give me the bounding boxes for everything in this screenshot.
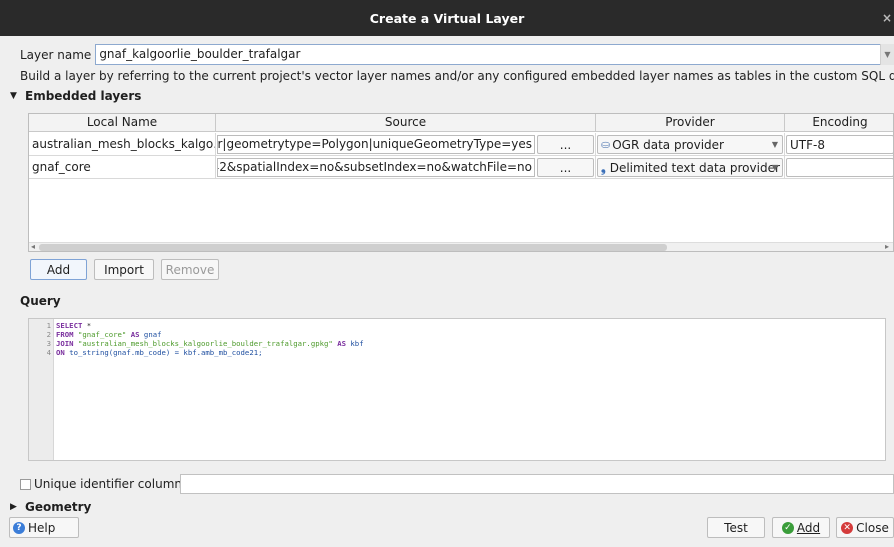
line-number: 3 xyxy=(46,339,51,348)
column-header-provider[interactable]: Provider xyxy=(596,114,785,132)
table-header: Local Name Source Provider Encoding xyxy=(29,114,893,132)
scroll-left-icon[interactable]: ◂ xyxy=(31,242,35,251)
source-input[interactable]: G:7842&spatialIndex=no&subsetIndex=no&wa… xyxy=(217,158,535,177)
code-text: SELECT * xyxy=(56,321,92,330)
encoding-input[interactable] xyxy=(786,158,893,177)
window-title: Create a Virtual Layer xyxy=(369,10,525,26)
embedded-layers-label: Embedded layers xyxy=(25,89,142,103)
delimited-text-icon: ❟ xyxy=(601,160,606,175)
line-number: 4 xyxy=(46,348,51,357)
code-text: FROM "gnaf_core" AS gnaf xyxy=(56,330,162,339)
local-name-cell[interactable]: gnaf_core xyxy=(29,156,216,179)
browse-source-button[interactable]: ... xyxy=(537,135,594,154)
scroll-right-icon[interactable]: ▸ xyxy=(885,242,889,251)
code-text: ON to_string(gnaf.mb_code) = kbf.amb_mb_… xyxy=(56,348,263,357)
close-button[interactable]: ✕ Close xyxy=(836,517,894,538)
import-layer-button[interactable]: Import xyxy=(94,259,154,280)
source-value: G:7842&spatialIndex=no&subsetIndex=no&wa… xyxy=(217,160,532,174)
embedded-layers-table: Local Name Source Provider Encoding aust… xyxy=(28,113,894,252)
code-line: 4 ON to_string(gnaf.mb_code) = kbf.amb_mb… xyxy=(29,348,263,357)
description-text: Build a layer by referring to the curren… xyxy=(20,69,894,83)
code-line: 1 SELECT * xyxy=(29,321,92,330)
test-button[interactable]: Test xyxy=(707,517,765,538)
query-label: Query xyxy=(20,294,61,308)
expand-triangle-icon: ▶ xyxy=(10,502,17,512)
code-text: JOIN "australian_mesh_blocks_kalgoorlie_… xyxy=(56,339,364,348)
chevron-down-icon: ▼ xyxy=(771,139,778,149)
code-line: 3 JOIN "australian_mesh_blocks_kalgoorlie… xyxy=(29,339,364,348)
help-button[interactable]: ? Help xyxy=(9,517,79,538)
source-input[interactable]: algar|geometrytype=Polygon|uniqueGeometr… xyxy=(217,135,535,154)
window-close-icon[interactable]: × xyxy=(882,11,892,25)
layer-name-dropdown-icon[interactable]: ▼ xyxy=(880,44,894,65)
provider-cell: ❟ Delimited text data provider ▼ xyxy=(596,156,785,179)
collapse-triangle-icon: ▼ xyxy=(10,91,17,101)
code-line: 2 FROM "gnaf_core" AS gnaf xyxy=(29,330,162,339)
layer-name-input[interactable]: gnaf_kalgoorlie_boulder_trafalgar xyxy=(95,44,892,65)
layer-name-row: Layer name gnaf_kalgoorlie_boulder_trafa… xyxy=(20,44,892,65)
browse-source-button[interactable]: ... xyxy=(537,158,594,177)
provider-value: Delimited text data provider xyxy=(609,160,780,175)
window-titlebar: Create a Virtual Layer × xyxy=(0,0,894,36)
help-label: Help xyxy=(28,520,56,535)
horizontal-scrollbar[interactable]: ◂ ▸ xyxy=(29,242,893,251)
unique-id-row: Unique identifier column xyxy=(20,477,182,491)
close-icon: ✕ xyxy=(841,521,854,534)
chevron-down-icon: ▼ xyxy=(771,162,778,172)
embedded-layers-header[interactable]: ▼ Embedded layers xyxy=(10,89,141,103)
column-header-local-name[interactable]: Local Name xyxy=(29,114,216,132)
close-label: Close xyxy=(856,520,889,535)
source-cell: G:7842&spatialIndex=no&subsetIndex=no&wa… xyxy=(216,156,596,179)
encoding-input[interactable]: UTF-8 xyxy=(786,135,893,154)
unique-id-label: Unique identifier column xyxy=(34,477,182,491)
column-header-source[interactable]: Source xyxy=(216,114,596,132)
local-name-cell[interactable]: australian_mesh_blocks_kalgo… xyxy=(29,133,216,156)
unique-id-input[interactable] xyxy=(180,474,894,494)
help-icon: ? xyxy=(13,521,25,534)
unique-id-checkbox[interactable] xyxy=(20,478,31,490)
table-row[interactable]: australian_mesh_blocks_kalgo… algar|geom… xyxy=(29,133,893,156)
geometry-label: Geometry xyxy=(25,500,92,514)
table-row[interactable]: gnaf_core G:7842&spatialIndex=no&subsetI… xyxy=(29,156,893,179)
ogr-icon: ⛀ xyxy=(601,137,611,151)
provider-select[interactable]: ⛀ OGR data provider ▼ xyxy=(597,135,783,154)
add-label: Add xyxy=(796,520,821,535)
sql-query-editor[interactable]: 1 SELECT * 2 FROM "gnaf_core" AS gnaf 3 JOIN … xyxy=(28,318,886,461)
provider-cell: ⛀ OGR data provider ▼ xyxy=(596,133,785,156)
provider-value: OGR data provider xyxy=(612,137,724,152)
scrollbar-thumb[interactable] xyxy=(39,244,667,251)
provider-select[interactable]: ❟ Delimited text data provider ▼ xyxy=(597,158,783,177)
geometry-header[interactable]: ▶ Geometry xyxy=(10,500,91,514)
line-number: 2 xyxy=(46,330,51,339)
add-layer-button[interactable]: Add xyxy=(30,259,87,280)
add-button[interactable]: ✓ Add xyxy=(772,517,830,538)
source-value: algar|geometrytype=Polygon|uniqueGeometr… xyxy=(217,137,532,151)
encoding-cell: UTF-8 xyxy=(785,133,893,156)
line-number: 1 xyxy=(46,321,51,330)
source-cell: algar|geometrytype=Polygon|uniqueGeometr… xyxy=(216,133,596,156)
layer-name-label: Layer name xyxy=(20,47,92,62)
remove-layer-button[interactable]: Remove xyxy=(161,259,219,280)
check-icon: ✓ xyxy=(781,521,794,534)
column-header-encoding[interactable]: Encoding xyxy=(785,114,893,132)
encoding-cell xyxy=(785,156,893,179)
